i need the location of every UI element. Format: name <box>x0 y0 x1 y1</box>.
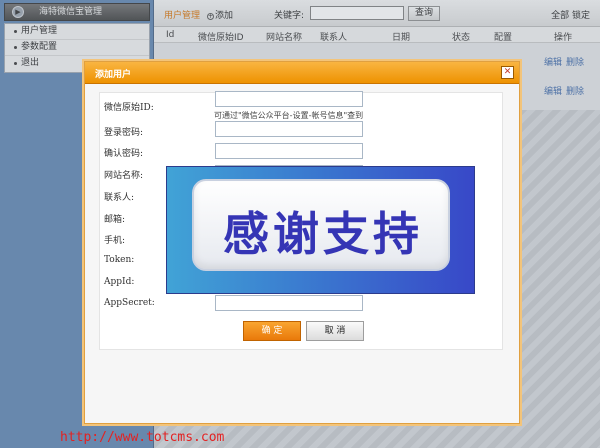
dialog-title: 添加用户 <box>95 70 132 80</box>
close-icon[interactable]: ✕ <box>501 66 514 79</box>
form-label: 确认密码: <box>104 149 144 159</box>
password-field[interactable] <box>215 121 363 137</box>
appsecret-field[interactable] <box>215 295 363 311</box>
form-label: AppSecret: <box>104 298 155 308</box>
thanks-banner: 感谢支持 <box>166 166 475 294</box>
form-label: 登录密码: <box>104 128 144 138</box>
confirm-button[interactable]: 确 定 <box>243 321 301 341</box>
banner-panel: 感谢支持 <box>192 179 450 271</box>
dialog-titlebar[interactable]: 添加用户 ✕ <box>85 62 519 84</box>
watermark-url: http://www.totcms.com <box>60 430 225 445</box>
form-label: 手机: <box>104 236 126 246</box>
wechat-id-field[interactable] <box>215 91 363 107</box>
form-label: 网站名称: <box>104 171 144 181</box>
hint-text: 可通过"微信公众平台-设置-帐号信息"查到 <box>214 111 364 120</box>
banner-text: 感谢支持 <box>223 207 423 261</box>
form-label: 联系人: <box>104 193 135 203</box>
form-label: 微信原始ID: <box>104 103 154 113</box>
cancel-button[interactable]: 取 消 <box>306 321 364 341</box>
form-label: 邮箱: <box>104 215 126 225</box>
confirm-password-field[interactable] <box>215 143 363 159</box>
form-label: Token: <box>104 255 135 265</box>
form-label: AppId: <box>104 277 135 287</box>
